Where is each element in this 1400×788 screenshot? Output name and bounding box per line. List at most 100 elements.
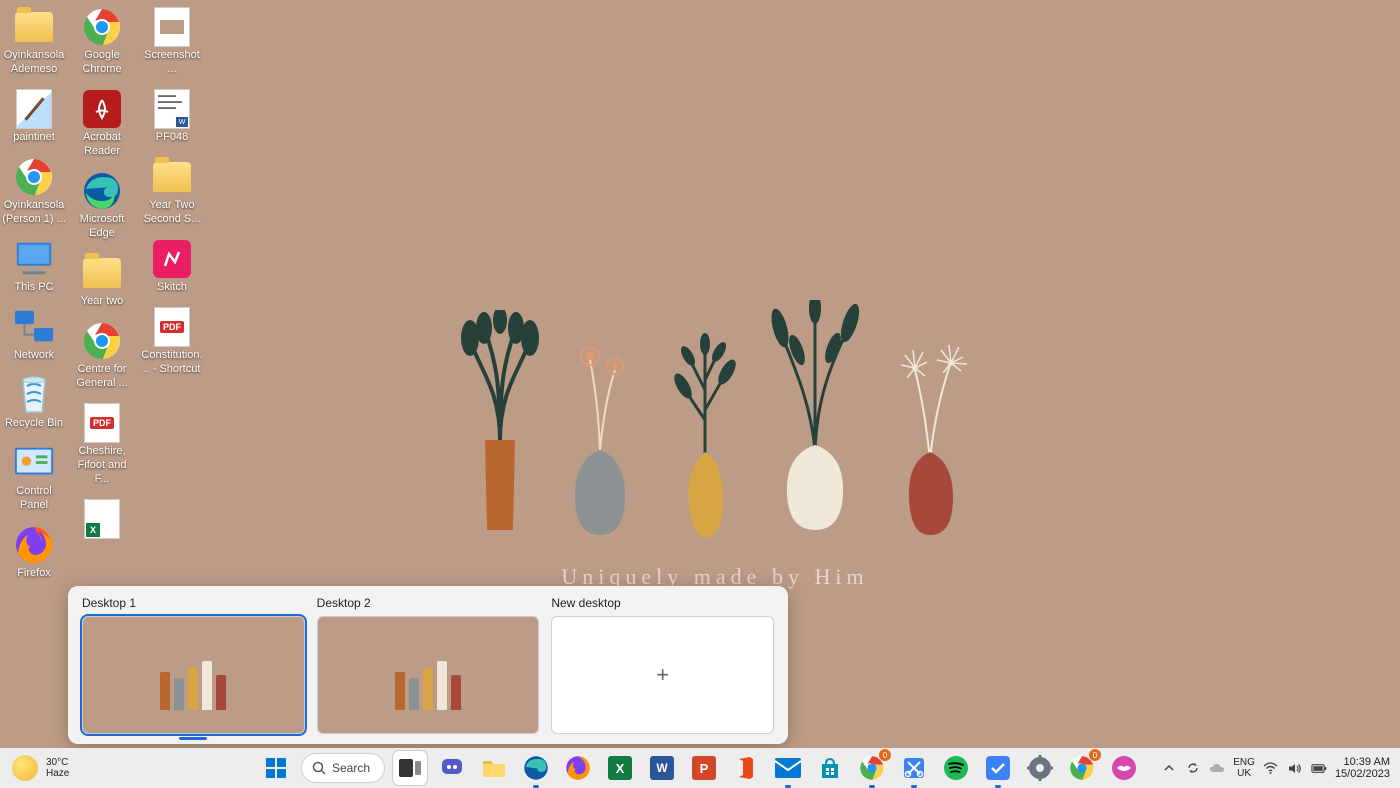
doc-img-icon	[151, 6, 193, 48]
search-input[interactable]: Search	[301, 753, 385, 783]
icon-label: Year Two Second S...	[138, 198, 206, 226]
sys-pc-icon	[13, 238, 55, 280]
app-chrome-icon	[81, 6, 123, 48]
icon-label: This PC	[12, 280, 55, 294]
pdf-icon: PDF	[81, 402, 123, 444]
new-desktop[interactable]: New desktop +	[551, 596, 774, 734]
icon-label: PF048	[154, 130, 190, 144]
todo-icon	[986, 756, 1010, 780]
spotify-button[interactable]	[939, 751, 973, 785]
icon-label: Network	[12, 348, 56, 362]
new-desktop-button[interactable]: +	[551, 616, 774, 734]
weather-widget[interactable]: 30°C Haze	[12, 755, 69, 781]
desktop-icon[interactable]: Control Panel	[0, 442, 68, 512]
icon-label: Screenshot ...	[138, 48, 206, 76]
file-explorer-button[interactable]	[477, 751, 511, 785]
desktop-icon[interactable]: Acrobat Reader	[68, 88, 136, 158]
badge: 0	[879, 749, 891, 761]
desktop-icon[interactable]: X	[68, 498, 136, 540]
icon-label: Control Panel	[0, 484, 68, 512]
battery-icon[interactable]	[1311, 760, 1327, 776]
desktop-icon[interactable]: Screenshot ...	[138, 6, 206, 76]
desktop-icon[interactable]: Google Chrome	[68, 6, 136, 76]
task-view-button[interactable]	[393, 751, 427, 785]
desktop-icon[interactable]: Network	[0, 306, 68, 362]
desktop-icon[interactable]: This PC	[0, 238, 68, 294]
app-skitch-icon	[151, 238, 193, 280]
taskbar: 30°C Haze Search XWP 0 0 ENGUK 10:39 AM15/0…	[0, 748, 1400, 788]
task-view-popup: Desktop 1 Desktop 2 New desktop +	[68, 586, 788, 744]
snip-icon	[902, 756, 926, 780]
word-button[interactable]: W	[645, 751, 679, 785]
app-chrome-icon	[81, 320, 123, 362]
virtual-desktop[interactable]: Desktop 1	[82, 596, 305, 734]
wifi-icon[interactable]	[1263, 760, 1279, 776]
chrome-2-button[interactable]: 0	[1065, 751, 1099, 785]
sync-icon[interactable]	[1185, 760, 1201, 776]
desktop-icon[interactable]: ▬▬▬▬▬▬▬▬▬▬WPF048	[138, 88, 206, 144]
gear-icon	[1027, 755, 1053, 781]
chat-icon	[440, 756, 464, 780]
edge-icon	[523, 755, 549, 781]
virtual-desktop[interactable]: Desktop 2	[317, 596, 540, 734]
pdf-icon: PDF	[151, 306, 193, 348]
settings-button[interactable]	[1023, 751, 1057, 785]
desktop-icon[interactable]: paintinet	[0, 88, 68, 144]
taskview-icon	[398, 758, 422, 778]
icon-label: Microsoft Edge	[68, 212, 136, 240]
desktop-icon[interactable]: Oyinkansola (Person 1) ...	[0, 156, 68, 226]
edge-button[interactable]	[519, 751, 553, 785]
desktop-icon[interactable]: Oyinkansola Ademeso	[0, 6, 68, 76]
todo-button[interactable]	[981, 751, 1015, 785]
language-indicator[interactable]: ENGUK	[1233, 757, 1255, 779]
desktop-icon[interactable]: Skitch	[138, 238, 206, 294]
office-button[interactable]	[729, 751, 763, 785]
ppt-icon: P	[692, 756, 716, 780]
doc-word-icon: ▬▬▬▬▬▬▬▬▬▬W	[151, 88, 193, 130]
app-firefox-icon	[13, 524, 55, 566]
spotify-icon	[943, 755, 969, 781]
onedrive-icon[interactable]	[1209, 760, 1225, 776]
app-excel-icon: X	[81, 498, 123, 540]
desktop-icon[interactable]: PDFCheshire, Fifoot and F...	[68, 402, 136, 486]
snip-button[interactable]	[897, 751, 931, 785]
new-desktop-label: New desktop	[551, 596, 774, 610]
icon-label: Oyinkansola Ademeso	[0, 48, 68, 76]
desktop-icon[interactable]: Microsoft Edge	[68, 170, 136, 240]
icon-label: Year two	[79, 294, 125, 308]
app-chrome-icon	[13, 156, 55, 198]
excel-button[interactable]: X	[603, 751, 637, 785]
chat-button[interactable]	[435, 751, 469, 785]
icon-label: Cheshire, Fifoot and F...	[68, 444, 136, 486]
win-icon	[265, 757, 287, 779]
desktop-icon[interactable]: Firefox	[0, 524, 68, 580]
lips-icon	[1111, 755, 1137, 781]
store-icon	[818, 756, 842, 780]
chrome-button[interactable]: 0	[855, 751, 889, 785]
desktop-label: Desktop 2	[317, 596, 540, 610]
desktop-icon[interactable]: Centre for General ...	[68, 320, 136, 390]
folder-icon	[81, 252, 123, 294]
store-button[interactable]	[813, 751, 847, 785]
lips-button[interactable]	[1107, 751, 1141, 785]
icon-label: Recycle Bin	[3, 416, 65, 430]
desktop-icon[interactable]: Recycle Bin	[0, 374, 68, 430]
desktop-icon[interactable]: Year two	[68, 252, 136, 308]
icon-label: Constitution... - Shortcut	[138, 348, 206, 376]
icon-label: Centre for General ...	[68, 362, 136, 390]
mail-button[interactable]	[771, 751, 805, 785]
start-button[interactable]	[259, 751, 293, 785]
sys-bin-icon	[13, 374, 55, 416]
tray-chevron-icon[interactable]	[1161, 760, 1177, 776]
icon-label: paintinet	[11, 130, 57, 144]
desktop-icon[interactable]: PDFConstitution... - Shortcut	[138, 306, 206, 376]
desktop-thumbnail[interactable]	[317, 616, 540, 734]
icon-label: Acrobat Reader	[68, 130, 136, 158]
volume-icon[interactable]	[1287, 760, 1303, 776]
desktop-thumbnail[interactable]	[82, 616, 305, 734]
powerpoint-button[interactable]: P	[687, 751, 721, 785]
desktop-icon[interactable]: Year Two Second S...	[138, 156, 206, 226]
firefox-button[interactable]	[561, 751, 595, 785]
clock[interactable]: 10:39 AM15/02/2023	[1335, 756, 1390, 780]
weather-icon	[12, 755, 38, 781]
